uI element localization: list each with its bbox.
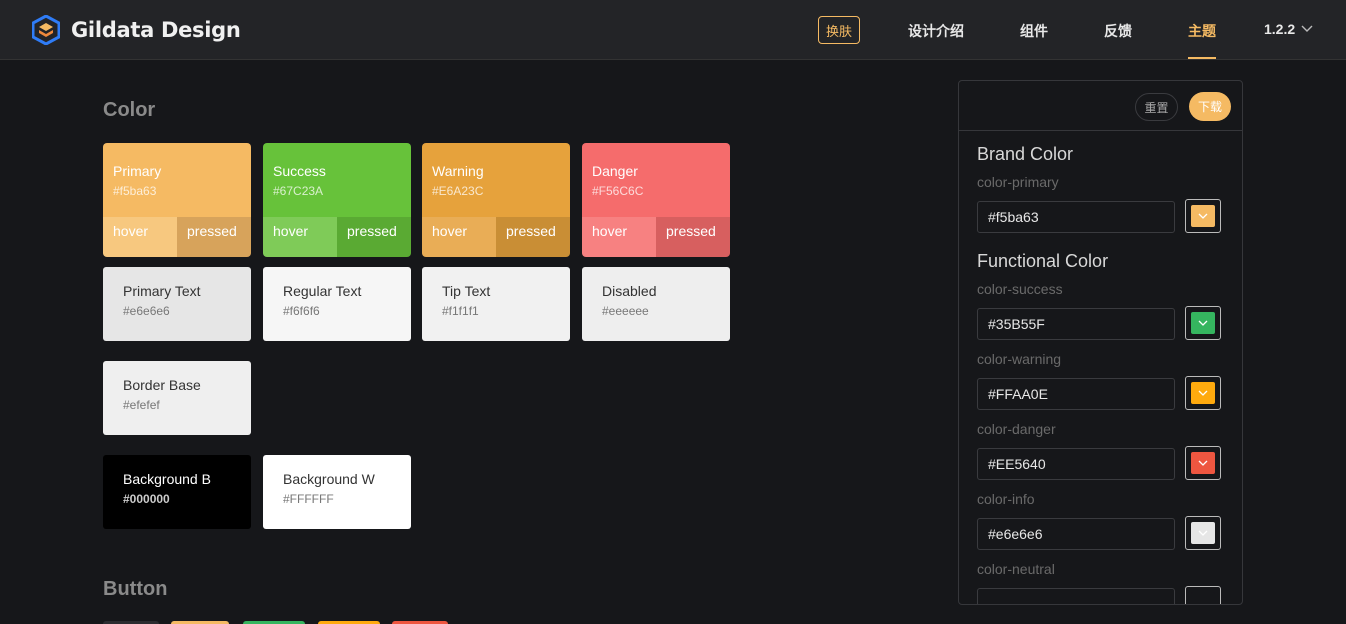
color-card-tip-text: Tip Text #f1f1f1 [422, 267, 570, 341]
card-pressed-swatch: pressed [337, 217, 411, 257]
card-hex: #FFFFFF [283, 492, 334, 506]
field-label: color-info [977, 491, 1035, 507]
color-card-background-w: Background W #FFFFFF [263, 455, 411, 529]
card-pressed-swatch: pressed [177, 217, 251, 257]
card-hover-swatch: hover [422, 217, 496, 257]
card-name: Border Base [123, 377, 201, 393]
color-card-success: Success #67C23A hover pressed [263, 143, 411, 257]
color-danger-input[interactable]: #EE5640 [977, 448, 1175, 480]
chevron-down-icon [1198, 460, 1208, 466]
card-hover-swatch: hover [103, 217, 177, 257]
card-hex: #efefef [123, 398, 160, 412]
section-title-color: Color [103, 99, 156, 121]
gildata-logo-icon[interactable] [32, 15, 60, 45]
section-title-button: Button [103, 578, 168, 600]
field-label: color-danger [977, 421, 1056, 437]
color-card-background-b: Background B #000000 [103, 455, 251, 529]
field-label: color-warning [977, 351, 1062, 367]
card-pressed-swatch: pressed [496, 217, 570, 257]
card-name: Primary [113, 163, 162, 179]
card-hex: #E6A23C [432, 184, 484, 198]
theme-panel: 重置 下载 Brand Color color-primary #f5ba63 … [958, 80, 1243, 605]
color-card-primary: Primary #f5ba63 hover pressed [103, 143, 251, 257]
chevron-down-icon [1198, 530, 1208, 536]
card-name: Background W [283, 471, 375, 487]
field-label: color-primary [977, 174, 1059, 190]
nav-theme[interactable]: 主题 [1188, 21, 1216, 41]
card-name: Regular Text [283, 283, 362, 299]
color-warning-picker[interactable] [1185, 376, 1221, 410]
version-label: 1.2.2 [1264, 21, 1296, 37]
card-pressed-swatch: pressed [656, 217, 730, 257]
brand-name[interactable]: Gildata Design [71, 18, 241, 42]
color-warning-input[interactable]: #FFAA0E [977, 378, 1175, 410]
card-hex: #000000 [123, 492, 170, 506]
card-hex: #f5ba63 [113, 184, 157, 198]
skin-button[interactable]: 换肤 [818, 16, 860, 44]
card-hex: #f1f1f1 [442, 304, 479, 318]
theme-panel-toolbar: 重置 下载 [959, 81, 1242, 131]
brand-color-title: Brand Color [977, 144, 1074, 164]
color-card-primary-text: Primary Text #e6e6e6 [103, 267, 251, 341]
color-danger-picker[interactable] [1185, 446, 1221, 480]
color-info-picker[interactable] [1185, 516, 1221, 550]
reset-button[interactable]: 重置 [1135, 93, 1178, 121]
color-success-picker[interactable] [1185, 306, 1221, 340]
color-primary-input[interactable]: #f5ba63 [977, 201, 1175, 233]
color-success-input[interactable]: #35B55F [977, 308, 1175, 340]
card-hex: #e6e6e6 [123, 304, 170, 318]
card-name: Success [273, 163, 326, 179]
chevron-down-icon [1198, 320, 1208, 326]
card-name: Background B [123, 471, 211, 487]
card-name: Danger [592, 163, 638, 179]
color-info-input[interactable]: #e6e6e6 [977, 518, 1175, 550]
chevron-down-icon [1301, 25, 1313, 32]
color-card-border-base: Border Base #efefef [103, 361, 251, 435]
swatch-fill [1191, 452, 1215, 474]
card-hex: #F56C6C [592, 184, 644, 198]
color-card-disabled: Disabled #eeeeee [582, 267, 730, 341]
color-card-danger: Danger #F56C6C hover pressed [582, 143, 730, 257]
nav-design-intro[interactable]: 设计介绍 [908, 21, 964, 41]
download-button[interactable]: 下载 [1189, 92, 1231, 121]
color-neutral-input[interactable] [977, 588, 1175, 604]
card-hover-swatch: hover [582, 217, 656, 257]
color-card-warning: Warning #E6A23C hover pressed [422, 143, 570, 257]
card-hex: #67C23A [273, 184, 324, 198]
card-name: Primary Text [123, 283, 201, 299]
card-hex: #f6f6f6 [283, 304, 320, 318]
swatch-fill [1191, 312, 1215, 334]
swatch-fill [1191, 522, 1215, 544]
swatch-fill [1191, 382, 1215, 404]
card-name: Disabled [602, 283, 657, 299]
color-neutral-picker[interactable] [1185, 586, 1221, 604]
swatch-fill [1191, 205, 1215, 227]
card-hex: #eeeeee [602, 304, 649, 318]
field-label: color-success [977, 281, 1063, 297]
field-label: color-neutral [977, 561, 1055, 577]
card-main: Warning #E6A23C [422, 143, 570, 217]
card-main: Danger #F56C6C [582, 143, 730, 217]
nav-feedback[interactable]: 反馈 [1104, 21, 1132, 41]
color-primary-picker[interactable] [1185, 199, 1221, 233]
version-select[interactable]: 1.2.2 [1264, 21, 1313, 37]
functional-color-title: Functional Color [977, 251, 1109, 271]
chevron-down-icon [1198, 213, 1208, 219]
card-main: Success #67C23A [263, 143, 411, 217]
card-name: Warning [432, 163, 484, 179]
color-card-regular-text: Regular Text #f6f6f6 [263, 267, 411, 341]
swatch-fill [1191, 592, 1215, 604]
top-header: Gildata Design 换肤 设计介绍 组件 反馈 主题 1.2.2 [0, 0, 1346, 60]
chevron-down-icon [1198, 390, 1208, 396]
card-name: Tip Text [442, 283, 491, 299]
active-nav-indicator [1188, 57, 1216, 59]
nav-components[interactable]: 组件 [1020, 21, 1048, 41]
card-hover-swatch: hover [263, 217, 337, 257]
card-main: Primary #f5ba63 [103, 143, 251, 217]
